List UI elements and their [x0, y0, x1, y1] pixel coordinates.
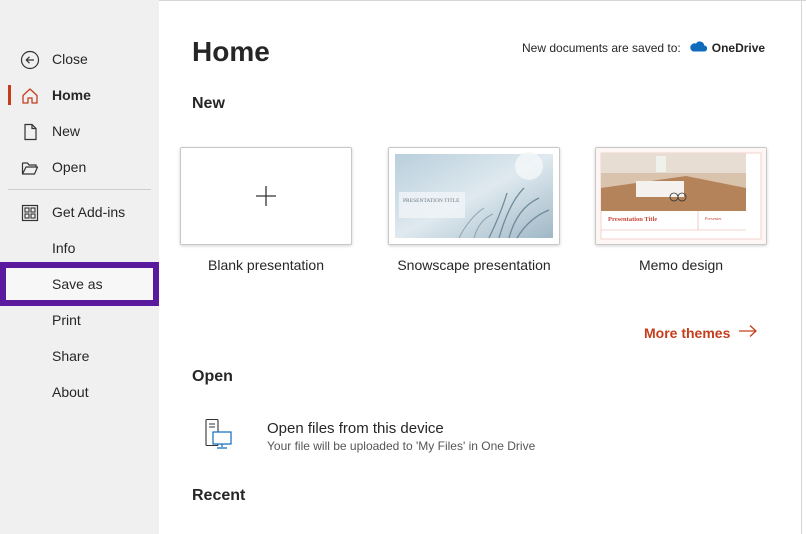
sidebar-item-print[interactable]: Print [0, 302, 159, 338]
template-thumbnail-title: PRESENTATION TITLE [403, 198, 460, 204]
snowscape-preview-image: PRESENTATION TITLE [389, 148, 559, 244]
sidebar-item-home[interactable]: Home [0, 77, 159, 113]
sidebar-divider [8, 189, 151, 190]
arrow-right-icon [738, 324, 758, 341]
sidebar-item-new[interactable]: New [0, 113, 159, 149]
save-location-notice: New documents are saved to: OneDrive [522, 40, 765, 55]
section-title-new: New [192, 95, 225, 112]
right-border [801, 0, 802, 534]
open-device-subtitle: Your file will be uploaded to 'My Files'… [267, 439, 536, 453]
sidebar-item-label: Close [52, 51, 88, 67]
sidebar-item-label: Get Add-ins [52, 204, 126, 220]
sidebar-item-label: Save as [52, 276, 103, 292]
sidebar-item-label: Open [52, 159, 87, 175]
new-document-icon [20, 122, 40, 142]
template-snowscape-presentation[interactable]: PRESENTATION TITLE Snowscape presentatio… [388, 147, 560, 273]
page-title: Home [192, 36, 270, 67]
section-title-open: Open [192, 368, 233, 385]
open-device-title: Open files from this device [267, 420, 444, 437]
back-arrow-icon [20, 50, 40, 70]
template-caption: Snowscape presentation [397, 257, 551, 273]
backstage-sidebar: Close Home New Open Get Add-ins Info Sav… [0, 0, 159, 534]
folder-open-icon [20, 158, 40, 178]
sidebar-item-label: About [52, 384, 89, 400]
template-thumbnail-subtitle: Presenter [705, 216, 722, 221]
device-upload-icon [204, 418, 234, 455]
template-thumbnail-title: Presentation Title [608, 216, 657, 223]
template-blank-presentation[interactable]: Blank presentation [180, 147, 352, 273]
sidebar-item-open[interactable]: Open [0, 149, 159, 185]
section-title-recent: Recent [192, 487, 246, 504]
sidebar-item-close[interactable]: Close [0, 41, 159, 77]
save-location-value[interactable]: OneDrive [712, 41, 765, 55]
add-ins-grid-icon [20, 203, 40, 223]
sidebar-item-about[interactable]: About [0, 374, 159, 410]
more-themes-label: More themes [644, 324, 731, 341]
save-location-label: New documents are saved to: [522, 40, 681, 55]
open-files-from-device[interactable]: Open files from this device Your file wi… [204, 418, 535, 455]
sidebar-item-info[interactable]: Info [0, 230, 159, 266]
sidebar-item-label: New [52, 123, 81, 139]
sidebar-item-label: Print [52, 312, 81, 328]
sidebar-item-label: Info [52, 240, 76, 256]
sidebar-item-share[interactable]: Share [0, 338, 159, 374]
sidebar-item-save-as[interactable]: Save as [0, 266, 159, 302]
sidebar-item-label: Share [52, 348, 90, 364]
plus-icon [181, 148, 351, 244]
open-device-text: Open files from this device Your file wi… [267, 418, 535, 455]
template-caption: Memo design [638, 257, 724, 273]
template-caption: Blank presentation [208, 257, 324, 273]
home-icon [20, 86, 40, 106]
sidebar-item-label: Home [52, 87, 91, 103]
template-thumbnail[interactable]: PRESENTATION TITLE [388, 147, 560, 245]
active-indicator [8, 85, 11, 105]
template-memo-design[interactable]: Presentation Title Presenter Memo design [595, 147, 767, 273]
onedrive-cloud-icon [689, 40, 707, 55]
sidebar-item-get-add-ins[interactable]: Get Add-ins [0, 194, 159, 230]
template-thumbnail[interactable] [180, 147, 352, 245]
template-thumbnail[interactable]: Presentation Title Presenter [595, 147, 767, 245]
more-themes-link[interactable]: More themes [644, 324, 758, 341]
memo-preview-image: Presentation Title Presenter [596, 148, 766, 244]
